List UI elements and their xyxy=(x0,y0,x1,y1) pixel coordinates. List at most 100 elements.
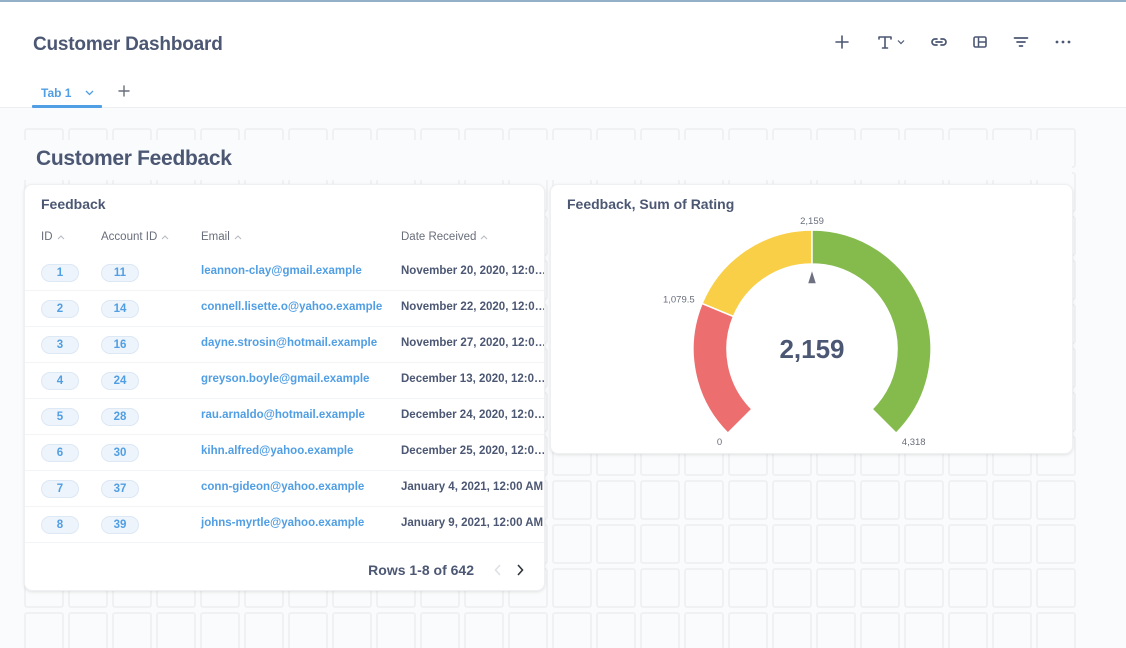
active-tab-indicator xyxy=(32,105,102,108)
next-page-button[interactable] xyxy=(512,562,528,578)
gauge-segment-1[interactable] xyxy=(701,229,813,318)
table-row[interactable]: 3 16 dayne.strosin@hotmail.example November… xyxy=(25,327,544,363)
dashboard-title[interactable]: Customer Dashboard xyxy=(33,34,223,56)
date-received-cell: November 20, 2020, 12:00 AM xyxy=(401,265,544,277)
sort-ascending-icon xyxy=(481,235,488,240)
table-row[interactable]: 5 28 rau.arnaldo@hotmail.example December 2… xyxy=(25,399,544,435)
grid-cell xyxy=(640,480,680,520)
column-header-email[interactable]: Email xyxy=(201,231,242,243)
grid-cell xyxy=(112,612,152,648)
add-link-button[interactable] xyxy=(929,29,949,55)
grid-cell xyxy=(552,524,592,564)
id-cell[interactable]: 1 xyxy=(41,264,79,282)
grid-cell xyxy=(728,612,768,648)
gauge-segment-0[interactable] xyxy=(692,302,753,435)
table-row[interactable]: 8 39 johns-myrtle@yahoo.example January 9, … xyxy=(25,507,544,543)
table-row[interactable]: 6 30 kihn.alfred@yahoo.example December 25,… xyxy=(25,435,544,471)
section-heading: Customer Feedback xyxy=(36,147,232,170)
grid-cell xyxy=(860,480,900,520)
email-cell[interactable]: johns-myrtle@yahoo.example xyxy=(201,517,364,529)
id-cell[interactable]: 7 xyxy=(41,480,79,498)
email-cell[interactable]: dayne.strosin@hotmail.example xyxy=(201,337,377,349)
id-cell[interactable]: 6 xyxy=(41,444,79,462)
column-header-label: Account ID xyxy=(101,231,158,243)
grid-cell xyxy=(904,480,944,520)
filter-icon xyxy=(1013,37,1029,47)
grid-cell xyxy=(992,480,1032,520)
account-id-cell[interactable]: 28 xyxy=(101,408,139,426)
account-id-cell[interactable]: 37 xyxy=(101,480,139,498)
text-icon xyxy=(877,36,892,49)
account-id-cell[interactable]: 16 xyxy=(101,336,139,354)
email-cell[interactable]: kihn.alfred@yahoo.example xyxy=(201,445,353,457)
account-id-cell[interactable]: 39 xyxy=(101,516,139,534)
column-header-account-id[interactable]: Account ID xyxy=(101,231,169,243)
grid-cell xyxy=(24,612,64,648)
add-question-button[interactable] xyxy=(833,29,851,55)
grid-cell xyxy=(816,612,856,648)
sort-ascending-icon xyxy=(234,235,242,240)
email-cell[interactable]: connell.lisette.o@yahoo.example xyxy=(201,301,382,313)
date-received-cell: January 4, 2021, 12:00 AM xyxy=(401,481,544,493)
account-id-cell[interactable]: 11 xyxy=(101,264,139,282)
email-cell[interactable]: leannon-clay@gmail.example xyxy=(201,265,362,277)
table-row[interactable]: 2 14 connell.lisette.o@yahoo.example Novemb… xyxy=(25,291,544,327)
email-cell[interactable]: conn-gideon@yahoo.example xyxy=(201,481,364,493)
table-row[interactable]: 7 37 conn-gideon@yahoo.example January 4, 2… xyxy=(25,471,544,507)
feedback-table-card: Feedback ID Account ID Email Date Receiv… xyxy=(24,184,545,591)
tab-label: Tab 1 xyxy=(41,86,72,100)
grid-cell xyxy=(640,524,680,564)
column-header-id[interactable]: ID xyxy=(41,231,65,243)
grid-cell xyxy=(684,568,724,608)
grid-cell xyxy=(948,612,988,648)
account-id-cell[interactable]: 30 xyxy=(101,444,139,462)
grid-cell xyxy=(728,524,768,564)
account-id-cell[interactable]: 24 xyxy=(101,372,139,390)
id-cell[interactable]: 4 xyxy=(41,372,79,390)
id-cell[interactable]: 3 xyxy=(41,336,79,354)
id-cell[interactable]: 5 xyxy=(41,408,79,426)
table-row[interactable]: 4 24 greyson.boyle@gmail.example December 1… xyxy=(25,363,544,399)
grid-cell xyxy=(332,612,372,648)
grid-cell xyxy=(684,612,724,648)
section-icon xyxy=(973,36,987,48)
plus-icon xyxy=(835,35,849,49)
add-text-button[interactable] xyxy=(873,29,909,55)
gauge-tick-label: 2,159 xyxy=(800,216,824,227)
dashboard-header: Customer Dashboard Tab 1 xyxy=(0,2,1126,108)
chevron-down-icon[interactable] xyxy=(84,87,95,98)
grid-cell xyxy=(684,524,724,564)
previous-page-button[interactable] xyxy=(490,562,506,578)
tab-1[interactable]: Tab 1 xyxy=(32,80,102,108)
email-cell[interactable]: greyson.boyle@gmail.example xyxy=(201,373,369,385)
grid-cell xyxy=(1036,480,1076,520)
table-row[interactable]: 1 11 leannon-clay@gmail.example November 20… xyxy=(25,255,544,291)
grid-cell xyxy=(376,612,416,648)
account-id-cell[interactable]: 14 xyxy=(101,300,139,318)
grid-cell xyxy=(948,480,988,520)
add-tab-icon[interactable] xyxy=(118,85,130,97)
grid-cell xyxy=(816,524,856,564)
gauge-tick-label: 4,318 xyxy=(902,437,926,448)
card-title[interactable]: Feedback xyxy=(41,196,106,212)
more-options-button[interactable] xyxy=(1053,29,1073,55)
grid-cell xyxy=(948,568,988,608)
grid-cell xyxy=(860,612,900,648)
gauge-tick-label: 0 xyxy=(717,437,722,448)
grid-cell xyxy=(684,480,724,520)
grid-cell xyxy=(728,480,768,520)
add-filter-button[interactable] xyxy=(1012,29,1030,55)
id-cell[interactable]: 8 xyxy=(41,516,79,534)
gauge-segment-2[interactable] xyxy=(811,229,932,435)
link-icon xyxy=(931,38,947,46)
sort-ascending-icon xyxy=(57,235,64,240)
grid-cell xyxy=(772,480,812,520)
email-cell[interactable]: rau.arnaldo@hotmail.example xyxy=(201,409,365,421)
date-received-cell: November 22, 2020, 12:00 AM xyxy=(401,301,544,313)
add-section-button[interactable] xyxy=(971,29,989,55)
grid-cell xyxy=(772,568,812,608)
column-header-date-received[interactable]: Date Received xyxy=(401,231,488,243)
grid-cell xyxy=(992,568,1032,608)
date-received-cell: January 9, 2021, 12:00 AM xyxy=(401,517,544,529)
id-cell[interactable]: 2 xyxy=(41,300,79,318)
